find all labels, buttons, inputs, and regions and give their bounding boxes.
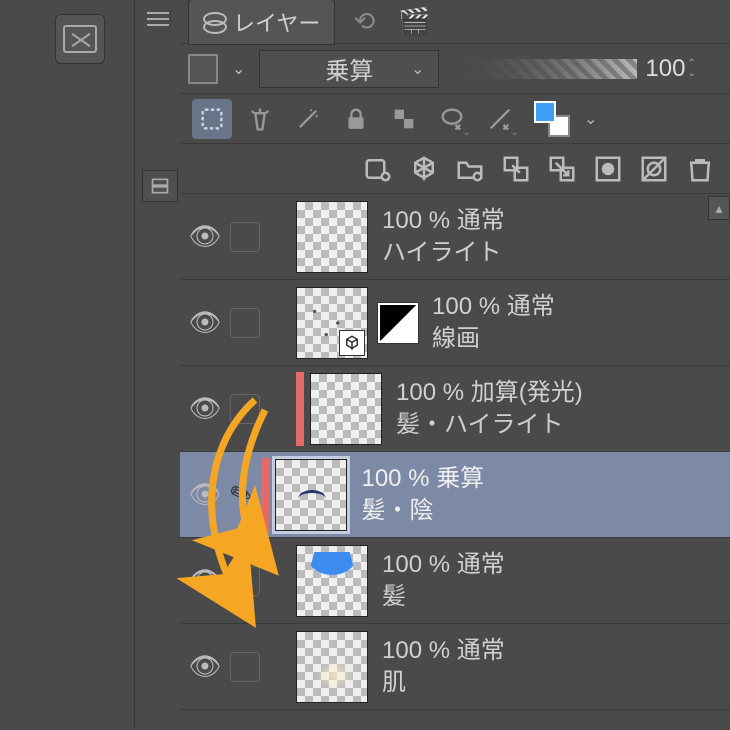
two-pane-icon[interactable] <box>142 170 178 202</box>
layer-name: 髪 <box>382 581 505 612</box>
lighthouse-icon[interactable] <box>240 99 280 139</box>
lock-icon[interactable] <box>336 99 376 139</box>
layer-lock-toolbar: ⌄ ⌄ ⌄ <box>180 94 730 144</box>
layer-thumbnail[interactable] <box>296 631 368 703</box>
blend-row: ⌄ 乗算 ⌄ 100 ⌃⌄ <box>180 44 730 94</box>
new-3d-layer-button[interactable] <box>406 151 442 187</box>
layer-opacity-mode: 100 % 加算(発光) <box>396 377 583 408</box>
layers-stack-icon <box>203 10 227 34</box>
timeline-icon[interactable]: 🎬 <box>393 4 435 40</box>
layer-opacity-mode: 100 % 通常 <box>432 291 555 322</box>
layer-name: 肌 <box>382 667 505 698</box>
panel-tab-bar: レイヤー ⟲ 🎬 <box>180 0 730 44</box>
blend-mode-select[interactable]: 乗算 ⌄ <box>259 50 439 88</box>
layer-name: 髪・陰 <box>361 495 484 526</box>
merge-down-button[interactable] <box>544 151 580 187</box>
clipping-indicator <box>296 372 304 446</box>
lock-checkbox[interactable] <box>230 308 260 338</box>
lasso-x-icon[interactable]: ⌄ <box>432 99 472 139</box>
ruler-x-icon[interactable]: ⌄ <box>480 99 520 139</box>
layer-list: 👁 100 % 通常 ハイライト 👁 100 % 通 <box>180 194 730 710</box>
palette-swatch[interactable] <box>188 54 218 84</box>
layer-row[interactable]: 👁 100 % 通常 肌 <box>180 624 730 710</box>
edit-pencil-icon: ✎ <box>225 475 258 514</box>
opacity-slider[interactable] <box>447 59 637 79</box>
lock-checkbox[interactable] <box>230 394 260 424</box>
layer-mask-button[interactable] <box>590 151 626 187</box>
new-raster-layer-button[interactable] <box>360 151 396 187</box>
wand-icon[interactable] <box>288 99 328 139</box>
lock-checkbox[interactable] <box>230 566 260 596</box>
visibility-eye-icon[interactable]: 👁 <box>180 307 230 338</box>
tab-label: レイヤー <box>233 6 320 38</box>
opacity-number: 100 <box>645 55 685 83</box>
cube-badge-icon <box>339 330 365 356</box>
undo-icon[interactable]: ⟲ <box>343 4 385 40</box>
layer-row[interactable]: 👁 100 % 加算(発光) 髪・ハイライト <box>180 366 730 452</box>
layer-name: 髪・ハイライト <box>396 409 583 440</box>
layer-row[interactable]: 👁 ✎ 100 % 乗算 髪・陰 <box>180 452 730 538</box>
chevron-down-icon: ⌄ <box>405 59 430 79</box>
apply-mask-button[interactable] <box>636 151 672 187</box>
panel-menu-icon[interactable] <box>145 6 171 32</box>
scroll-up-button[interactable]: ▴ <box>708 196 730 220</box>
layers-panel: レイヤー ⟲ 🎬 ⌄ 乗算 ⌄ 100 ⌃⌄ <box>180 0 730 730</box>
layer-thumbnail[interactable] <box>310 373 382 445</box>
clipping-indicator <box>261 458 269 532</box>
layer-row[interactable]: 👁 100 % 通常 ハイライト <box>180 194 730 280</box>
delete-layer-button[interactable] <box>682 151 718 187</box>
visibility-eye-icon[interactable]: 👁 <box>180 651 230 682</box>
visibility-eye-icon[interactable]: 👁 <box>180 565 230 596</box>
layer-opacity-mode: 100 % 通常 <box>382 549 505 580</box>
chevron-down-icon[interactable]: ⌄ <box>226 59 251 79</box>
layer-opacity-mode: 100 % 乗算 <box>361 463 484 494</box>
layer-thumbnail[interactable] <box>296 287 368 359</box>
visibility-eye-icon[interactable]: 👁 <box>180 393 230 424</box>
visibility-eye-icon[interactable]: 👁 <box>180 479 230 510</box>
layer-opacity-mode: 100 % 通常 <box>382 205 505 236</box>
visibility-eye-icon[interactable]: 👁 <box>180 221 230 252</box>
blend-mode-value: 乗算 <box>325 51 373 86</box>
lock-checkbox[interactable] <box>230 222 260 252</box>
chevron-down-icon[interactable]: ⌄ <box>578 109 603 129</box>
toolbox-icon[interactable] <box>55 14 105 64</box>
layer-name: ハイライト <box>382 237 505 268</box>
layer-opacity-mode: 100 % 通常 <box>382 635 505 666</box>
left-sidebar <box>0 0 135 730</box>
layer-thumbnail[interactable] <box>296 545 368 617</box>
opacity-value[interactable]: 100 ⌃⌄ <box>645 55 695 83</box>
lock-checkbox[interactable] <box>230 652 260 682</box>
lock-transparent-button[interactable] <box>192 99 232 139</box>
transfer-down-button[interactable] <box>498 151 534 187</box>
fg-bg-color[interactable] <box>534 101 570 137</box>
layer-row[interactable]: 👁 100 % 通常 線画 <box>180 280 730 366</box>
layer-thumbnail[interactable] <box>296 201 368 273</box>
layer-mask-thumbnail[interactable] <box>378 303 418 343</box>
new-folder-button[interactable] <box>452 151 488 187</box>
checker-icon[interactable] <box>384 99 424 139</box>
layer-thumbnail[interactable] <box>275 459 347 531</box>
tab-layers[interactable]: レイヤー <box>188 0 335 45</box>
layer-ops-toolbar <box>180 144 730 194</box>
layer-name: 線画 <box>432 323 555 354</box>
spinner-icon[interactable]: ⌃⌄ <box>687 59 695 79</box>
layer-row[interactable]: 👁 100 % 通常 髪 <box>180 538 730 624</box>
